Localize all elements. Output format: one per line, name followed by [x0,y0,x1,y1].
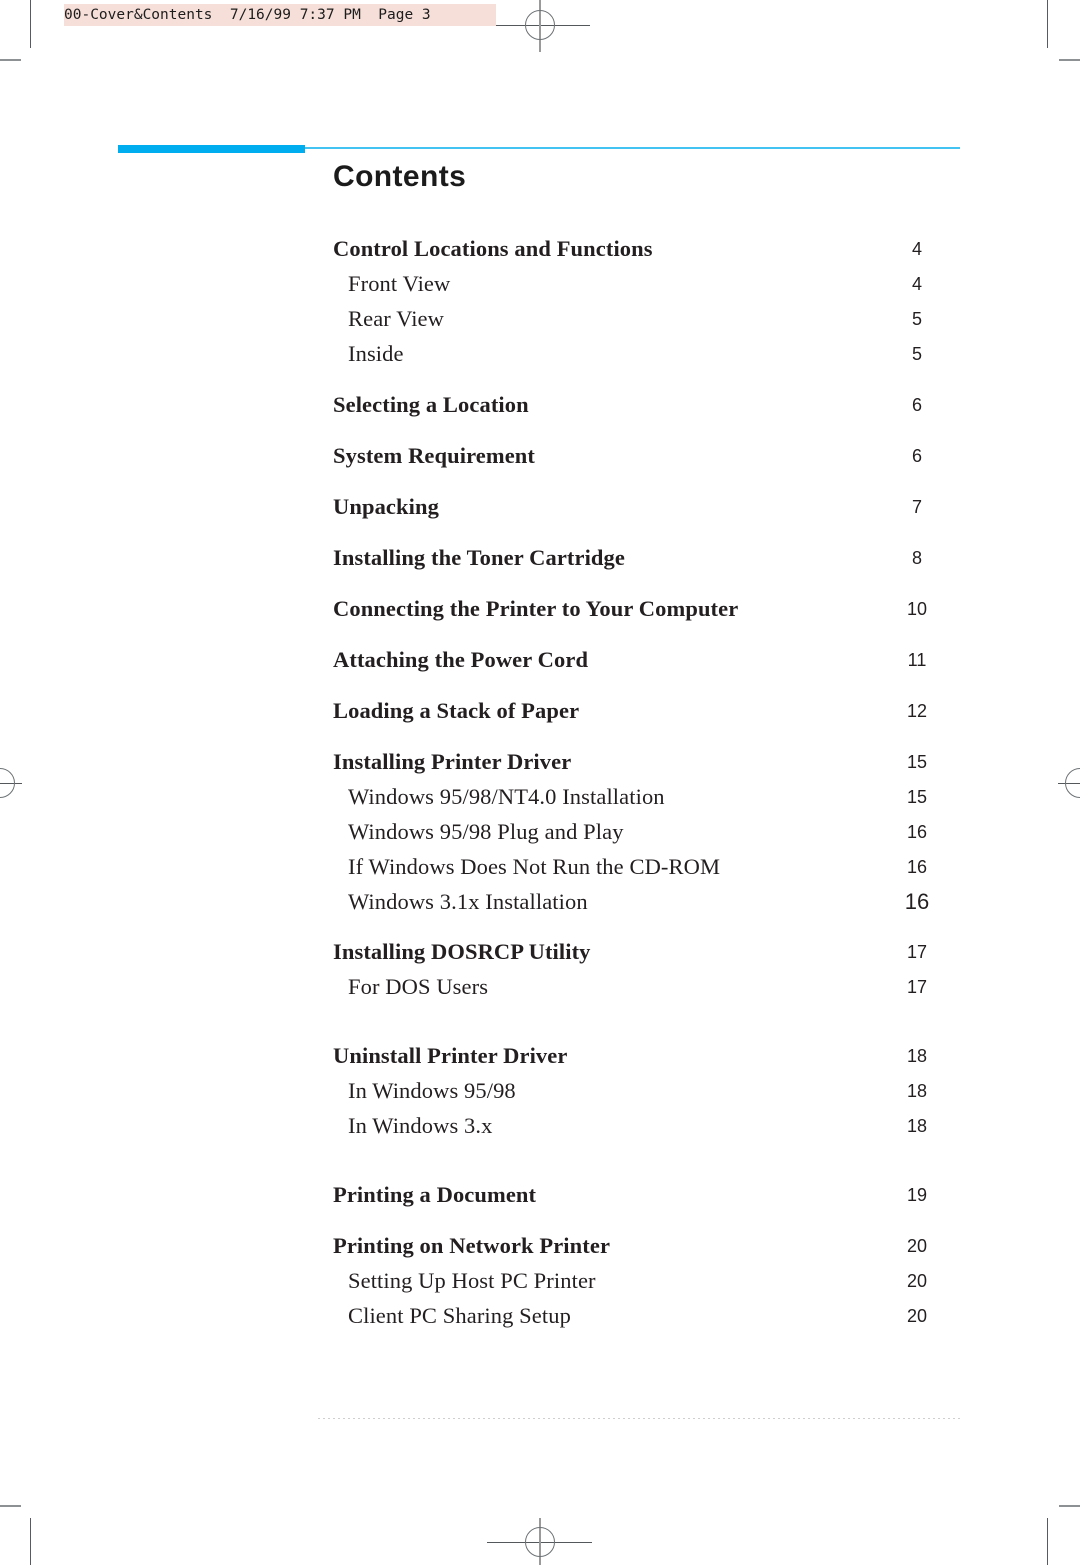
toc-entry-page-number: 5 [911,309,922,329]
crop-mark-bottom-right-vertical [1047,1518,1048,1565]
toc-entry-label: Inside [348,341,404,366]
header-rule-line [305,147,960,149]
toc-entry-page-number: 18 [906,1116,928,1136]
toc-entry-label: Unpacking [333,494,439,519]
registration-mark-top-circle [525,10,555,40]
file-info-slug: 00-Cover&Contents 7/16/99 7:37 PM Page 3 [64,4,496,26]
toc-entry-page-number: 16 [906,857,928,877]
toc-entry-label: Installing Printer Driver [333,749,572,774]
toc-entry-page-number: 11 [907,650,927,670]
toc-entry-label: Printing on Network Printer [333,1233,611,1258]
crop-mark-bottom-left-horizontal [0,1505,21,1507]
page-title: Contents [333,160,467,193]
toc-entry-page-number: 20 [906,1236,928,1256]
toc-entry-label: Windows 3.1x Installation [348,889,588,914]
toc-entry-page-number: 19 [906,1185,928,1205]
toc-entry-page-number: 4 [911,239,922,259]
toc-entry-label: In Windows 3.x [348,1113,493,1138]
toc-entry-page-number: 15 [906,787,928,807]
toc-entry-page-number: 16 [904,889,930,914]
toc-entry-label: Client PC Sharing Setup [348,1303,571,1328]
crop-mark-top-left-horizontal [0,59,21,61]
toc-entry-label: Installing DOSRCP Utility [333,939,591,964]
toc-entry-label: Installing the Toner Cartridge [333,545,625,570]
registration-mark-bottom-circle [525,1527,555,1557]
toc-entry-page-number: 15 [906,752,928,772]
toc-entry-page-number: 18 [906,1081,928,1101]
crop-mark-bottom-left-vertical [30,1518,31,1565]
toc-entry-page-number: 18 [906,1046,928,1066]
toc-entry-page-number: 10 [906,599,928,619]
toc-entry-label: Loading a Stack of Paper [333,698,580,723]
toc-entry-page-number: 8 [911,548,922,568]
toc-entry-label: Selecting a Location [333,392,529,417]
header-accent-bar [118,145,305,153]
toc-entry-label: Connecting the Printer to Your Computer [333,596,739,621]
toc-entry-label: Windows 95/98 Plug and Play [348,819,624,844]
toc-entry-label: Printing a Document [333,1182,537,1207]
toc-entry-page-number: 20 [906,1271,928,1291]
toc-entry-page-number: 12 [906,701,928,721]
toc-entry-page-number: 16 [906,822,928,842]
toc-entry-label: Rear View [348,306,444,331]
toc-entry-page-number: 7 [911,497,922,517]
toc-entry-label: Windows 95/98/NT4.0 Installation [348,784,665,809]
toc-entry-label: System Requirement [333,443,535,468]
crop-mark-top-right-horizontal [1059,59,1080,61]
crop-mark-bottom-right-horizontal [1059,1505,1080,1507]
crop-mark-top-right-vertical [1047,0,1048,48]
toc-entry-page-number: 5 [911,344,922,364]
toc-entry-page-number: 20 [906,1306,928,1326]
toc-entry-label: In Windows 95/98 [348,1078,516,1103]
toc-entry-page-number: 6 [911,446,922,466]
toc-entry-label: Control Locations and Functions [333,236,653,261]
toc-entry-label: Front View [348,271,451,296]
footer-divider [318,1418,960,1419]
toc-entry-label: Setting Up Host PC Printer [348,1268,596,1293]
registration-mark-left-circle [0,768,15,798]
registration-mark-right-circle [1065,768,1080,798]
toc-entry-label: For DOS Users [348,974,489,999]
toc-entry-label: Attaching the Power Cord [333,647,589,672]
toc-entry-label: Uninstall Printer Driver [333,1043,568,1068]
toc-entry-page-number: 17 [906,942,928,962]
toc-entry-page-number: 6 [911,395,922,415]
toc-entry-page-number: 4 [911,274,922,294]
toc-entry-page-number: 17 [906,977,928,997]
toc-entry-label: If Windows Does Not Run the CD-ROM [348,854,721,879]
crop-mark-top-left-vertical [30,0,31,48]
